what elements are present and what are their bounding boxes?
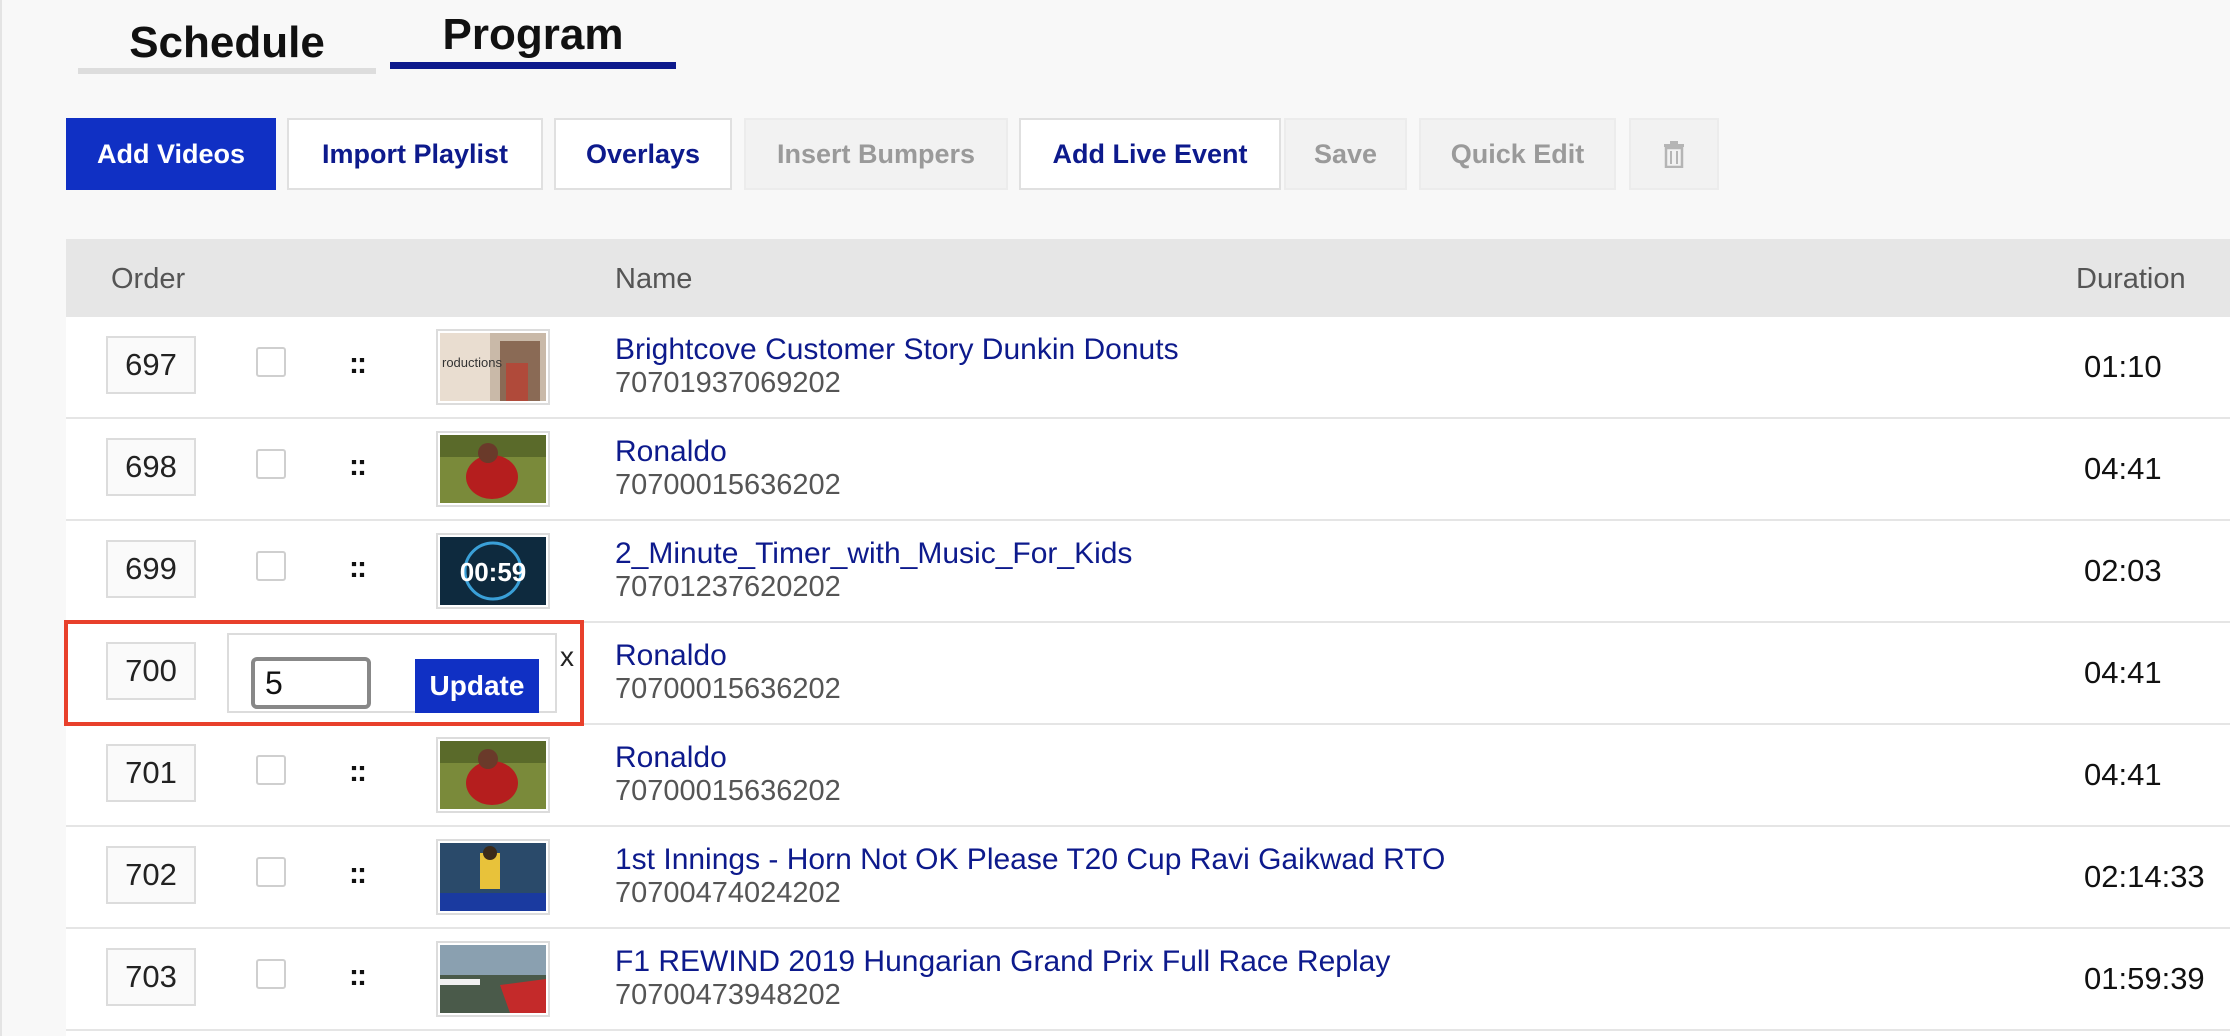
delete-button[interactable]	[1629, 118, 1719, 190]
add-videos-button[interactable]: Add Videos	[66, 118, 276, 190]
order-input[interactable]: 702	[106, 846, 196, 904]
video-duration: 04:41	[2084, 655, 2162, 690]
import-playlist-button[interactable]: Import Playlist	[287, 118, 543, 190]
drag-handle-icon[interactable]: ::	[349, 857, 367, 891]
tab-program[interactable]: Program	[390, 10, 676, 69]
cricket-icon	[440, 843, 546, 911]
drag-handle-icon[interactable]: ::	[349, 449, 367, 483]
video-id: 70700473948202	[615, 979, 841, 1011]
row-checkbox[interactable]	[256, 347, 286, 377]
soccer-player-icon	[440, 435, 546, 503]
row-checkbox[interactable]	[256, 449, 286, 479]
video-id: 70701237620202	[615, 571, 841, 603]
tab-schedule[interactable]: Schedule	[78, 18, 376, 74]
tab-schedule-label: Schedule	[129, 18, 325, 67]
order-input[interactable]: 698	[106, 438, 196, 496]
video-duration: 04:41	[2084, 451, 2162, 486]
video-duration: 01:59:39	[2084, 961, 2205, 996]
video-name-link[interactable]: 1st Innings - Horn Not OK Please T20 Cup…	[615, 843, 1445, 877]
video-duration: 01:10	[2084, 349, 2162, 384]
video-id: 70701937069202	[615, 367, 841, 399]
update-button[interactable]: Update	[415, 659, 539, 713]
order-input[interactable]: 700	[106, 642, 196, 700]
tab-program-underline	[390, 62, 676, 69]
row-checkbox[interactable]	[256, 755, 286, 785]
header-order: Order	[111, 263, 186, 295]
video-thumbnail[interactable]	[436, 737, 550, 813]
video-id: 70700015636202	[615, 673, 841, 705]
table-header: Order Name Duration	[66, 239, 2230, 317]
video-id: 70700015636202	[615, 775, 841, 807]
soccer-player-icon	[440, 741, 546, 809]
svg-text:roductions: roductions	[442, 355, 502, 370]
video-name-link[interactable]: Brightcove Customer Story Dunkin Donuts	[615, 333, 1179, 367]
video-name-link[interactable]: Ronaldo	[615, 639, 727, 673]
left-border	[0, 0, 2, 1036]
drag-handle-icon[interactable]: ::	[349, 959, 367, 993]
quick-edit-button[interactable]: Quick Edit	[1419, 118, 1616, 190]
timer-icon: 00:59	[440, 537, 546, 605]
drag-handle-icon[interactable]: ::	[349, 347, 367, 381]
tab-program-label: Program	[442, 10, 624, 59]
overlays-button[interactable]: Overlays	[554, 118, 732, 190]
order-input[interactable]: 699	[106, 540, 196, 598]
video-duration: 02:14:33	[2084, 859, 2205, 894]
video-thumbnail[interactable]	[436, 431, 550, 507]
video-name-link[interactable]: 2_Minute_Timer_with_Music_For_Kids	[615, 537, 1132, 571]
new-order-input[interactable]	[251, 657, 371, 709]
video-thumbnail[interactable]: 00:59	[436, 533, 550, 609]
video-name-link[interactable]: Ronaldo	[615, 435, 727, 469]
row-checkbox[interactable]	[256, 551, 286, 581]
table-row-editing: 700 Update x Ronaldo 70700015636202 04:4…	[64, 620, 2230, 726]
timer-thumb-text: 00:59	[460, 557, 527, 587]
video-name-link[interactable]: F1 REWIND 2019 Hungarian Grand Prix Full…	[615, 945, 1390, 979]
row-checkbox[interactable]	[256, 959, 286, 989]
video-id: 70700474024202	[615, 877, 841, 909]
trash-icon	[1664, 141, 1684, 168]
insert-bumpers-button[interactable]: Insert Bumpers	[744, 118, 1008, 190]
header-duration: Duration	[2076, 263, 2186, 295]
video-id: 70700015636202	[615, 469, 841, 501]
f1-car-icon	[440, 945, 546, 1013]
table-row: 701 :: Ronaldo 70700015636202 04:41	[66, 725, 2230, 827]
order-editor-popover: Update	[227, 633, 557, 713]
program-table: Order Name Duration 697 :: roductions Br…	[64, 239, 2230, 1036]
video-thumbnail[interactable]: roductions	[436, 329, 550, 405]
table-row: 697 :: roductions Brightcove Customer St…	[66, 317, 2230, 419]
save-button[interactable]: Save	[1284, 118, 1407, 190]
close-editor-button[interactable]: x	[560, 641, 574, 673]
video-duration: 02:03	[2084, 553, 2162, 588]
row-checkbox[interactable]	[256, 857, 286, 887]
table-row: 699 :: 00:59 2_Minute_Timer_with_Music_F…	[66, 521, 2230, 623]
order-input[interactable]: 701	[106, 744, 196, 802]
drag-handle-icon[interactable]: ::	[349, 755, 367, 789]
video-name-link[interactable]: Ronaldo	[615, 741, 727, 775]
table-row: 703 :: F1 REWIND 2019 Hungarian Grand Pr…	[66, 929, 2230, 1031]
drag-handle-icon[interactable]: ::	[349, 551, 367, 585]
video-duration: 04:41	[2084, 757, 2162, 792]
add-live-event-button[interactable]: Add Live Event	[1019, 118, 1281, 190]
video-thumbnail[interactable]	[436, 941, 550, 1017]
tab-schedule-underline	[78, 68, 376, 74]
header-name: Name	[615, 263, 693, 295]
video-thumbnail[interactable]	[436, 839, 550, 915]
table-row: 702 :: 1st Innings - Horn Not OK Please …	[66, 827, 2230, 929]
order-input[interactable]: 703	[106, 948, 196, 1006]
productions-icon: roductions	[440, 333, 546, 401]
table-row: 698 :: Ronaldo 70700015636202 04:41	[66, 419, 2230, 521]
order-input[interactable]: 697	[106, 336, 196, 394]
